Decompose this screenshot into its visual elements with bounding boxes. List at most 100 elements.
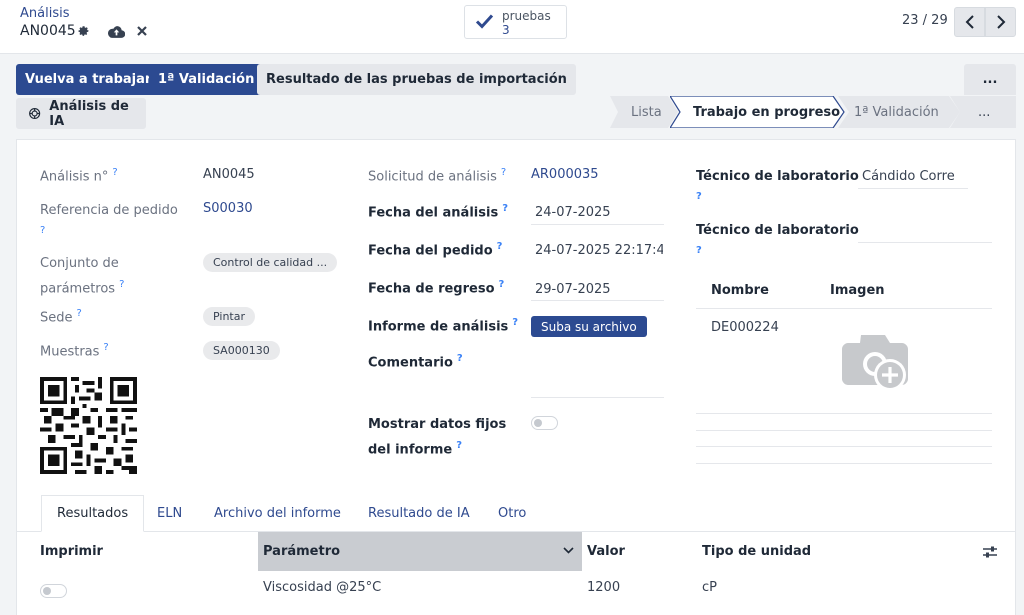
result-unit[interactable]: cP bbox=[702, 580, 717, 595]
first-validation-button[interactable]: 1ª Validación bbox=[149, 64, 264, 95]
back-to-work-button[interactable]: Vuelva a trabajar bbox=[16, 64, 161, 95]
samples-label: Muestras? bbox=[40, 342, 109, 360]
analysis-date-label: Fecha del análisis? bbox=[368, 203, 508, 221]
help-icon[interactable]: ? bbox=[499, 279, 505, 290]
tests-label: pruebas bbox=[502, 9, 551, 23]
stage-first-validation-label: 1ª Validación bbox=[854, 104, 939, 120]
analysis-date-input[interactable]: 24-07-2025 bbox=[535, 205, 611, 220]
lab-tech-2-underline bbox=[858, 242, 992, 243]
param-set-label: Conjunto de parámetros? bbox=[40, 256, 125, 297]
param-set-tag[interactable]: Control de calidad ... bbox=[203, 253, 338, 272]
comment-label: Comentario? bbox=[368, 353, 463, 371]
tab-results[interactable]: Resultados bbox=[41, 495, 145, 532]
comment-field[interactable] bbox=[531, 397, 664, 398]
help-icon[interactable]: ? bbox=[103, 342, 108, 353]
samples-header-divider bbox=[696, 308, 992, 309]
stage-lista[interactable]: Lista bbox=[610, 96, 678, 128]
tab-other[interactable]: Otro bbox=[483, 495, 541, 532]
col-parameter[interactable]: Parámetro bbox=[258, 532, 582, 571]
help-icon[interactable]: ? bbox=[696, 191, 702, 202]
col-unit[interactable]: Tipo de unidad bbox=[702, 532, 811, 571]
help-icon[interactable]: ? bbox=[512, 317, 518, 328]
return-date-label: Fecha de regreso? bbox=[368, 279, 505, 297]
analysis-request-label: Solicitud de análisis? bbox=[368, 167, 507, 185]
lab-tech-1-underline bbox=[858, 188, 968, 189]
chevron-left-icon bbox=[965, 15, 974, 29]
analysis-report-label: Informe de análisis? bbox=[368, 317, 519, 335]
stage-more[interactable]: ... bbox=[950, 96, 1016, 128]
help-icon[interactable]: ? bbox=[77, 308, 82, 319]
check-icon bbox=[475, 13, 494, 33]
col-print[interactable]: Imprimir bbox=[40, 532, 103, 571]
lab-tech-1-input[interactable]: Cándido Corre bbox=[862, 169, 966, 184]
more-actions-button[interactable]: ... bbox=[964, 64, 1016, 95]
samples-col-name: Nombre bbox=[711, 283, 769, 298]
ai-analysis-button[interactable]: Análisis de IA bbox=[16, 98, 146, 129]
analysis-request-link[interactable]: AR000035 bbox=[531, 167, 599, 182]
result-value[interactable]: 1200 bbox=[587, 580, 620, 595]
lab-tech-1-label: Técnico de laboratorio? bbox=[696, 169, 859, 202]
breadcrumb-analysis[interactable]: Análisis bbox=[20, 6, 69, 21]
help-icon[interactable]: ? bbox=[497, 241, 503, 252]
site-label: Sede? bbox=[40, 308, 82, 326]
tab-eln[interactable]: ELN bbox=[142, 495, 197, 532]
site-tag[interactable]: Pintar bbox=[203, 307, 255, 326]
order-ref-link[interactable]: S00030 bbox=[203, 201, 253, 216]
record-name: AN0045 bbox=[20, 23, 76, 39]
samples-row-divider-4 bbox=[696, 463, 992, 464]
analysis-no-value: AN0045 bbox=[203, 167, 255, 182]
chevron-down-icon bbox=[563, 547, 574, 554]
pager-next-button[interactable] bbox=[985, 7, 1016, 37]
samples-row-divider-1 bbox=[696, 413, 992, 414]
help-icon[interactable]: ? bbox=[112, 167, 117, 178]
analysis-date-underline bbox=[531, 224, 664, 225]
stage-lista-label: Lista bbox=[631, 104, 662, 120]
stage-more-label: ... bbox=[978, 104, 991, 120]
pager-previous-button[interactable] bbox=[954, 7, 985, 37]
import-results-button[interactable]: Resultado de las pruebas de importación bbox=[257, 64, 576, 95]
help-icon[interactable]: ? bbox=[456, 440, 462, 451]
col-parameter-label: Parámetro bbox=[263, 544, 341, 559]
analysis-no-label: Análisis n°? bbox=[40, 167, 118, 185]
samples-col-image: Imagen bbox=[830, 283, 885, 298]
control-panel: Análisis AN0045 pruebas 3 23 / 29 bbox=[0, 0, 1024, 54]
result-parameter[interactable]: Viscosidad @25°C bbox=[263, 580, 381, 595]
show-fixed-label: Mostrar datos fijos del informe? bbox=[368, 417, 507, 458]
tests-count: 3 bbox=[502, 23, 510, 37]
column-settings-icon[interactable] bbox=[982, 545, 998, 559]
help-icon[interactable]: ? bbox=[502, 203, 508, 214]
upload-file-button[interactable]: Suba su archivo bbox=[531, 316, 647, 337]
order-date-label: Fecha del pedido? bbox=[368, 241, 503, 259]
help-icon[interactable]: ? bbox=[40, 225, 45, 236]
lab-tech-2-label: Técnico de laboratorio? bbox=[696, 223, 859, 256]
help-icon[interactable]: ? bbox=[501, 167, 506, 178]
add-image-icon[interactable] bbox=[839, 331, 911, 393]
pager-value[interactable]: 23 / 29 bbox=[902, 13, 948, 28]
stage-first-validation[interactable]: 1ª Validación bbox=[838, 96, 960, 128]
samples-tag[interactable]: SA000130 bbox=[203, 341, 280, 360]
samples-row-divider-3 bbox=[696, 446, 992, 447]
show-fixed-toggle[interactable] bbox=[531, 416, 558, 430]
tests-smart-button[interactable]: pruebas 3 bbox=[464, 5, 567, 39]
cloud-save-icon[interactable] bbox=[107, 23, 125, 39]
qr-code-image bbox=[40, 377, 137, 474]
col-value[interactable]: Valor bbox=[587, 532, 625, 571]
stage-in-progress-label: Trabajo en progreso bbox=[693, 104, 841, 120]
help-icon[interactable]: ? bbox=[457, 353, 463, 364]
help-icon[interactable]: ? bbox=[119, 279, 124, 290]
order-ref-label: Referencia de pedido? bbox=[40, 203, 178, 236]
tab-ai-result[interactable]: Resultado de IA bbox=[353, 495, 485, 532]
samples-row-divider-2 bbox=[696, 430, 992, 431]
return-date-input[interactable]: 29-07-2025 bbox=[535, 282, 611, 297]
chevron-right-icon bbox=[996, 15, 1005, 29]
help-icon[interactable]: ? bbox=[696, 245, 702, 256]
close-icon[interactable] bbox=[136, 24, 148, 38]
return-date-underline bbox=[531, 300, 664, 301]
order-date-value: 24-07-2025 22:17:40 bbox=[535, 243, 663, 258]
ai-analysis-label: Análisis de IA bbox=[49, 98, 129, 129]
tab-report-file[interactable]: Archivo del informe bbox=[199, 495, 356, 532]
stage-in-progress[interactable]: Trabajo en progreso bbox=[670, 96, 845, 128]
sample-row-name[interactable]: DE000224 bbox=[711, 320, 779, 335]
print-toggle[interactable] bbox=[40, 584, 67, 598]
gear-icon[interactable] bbox=[76, 23, 90, 39]
